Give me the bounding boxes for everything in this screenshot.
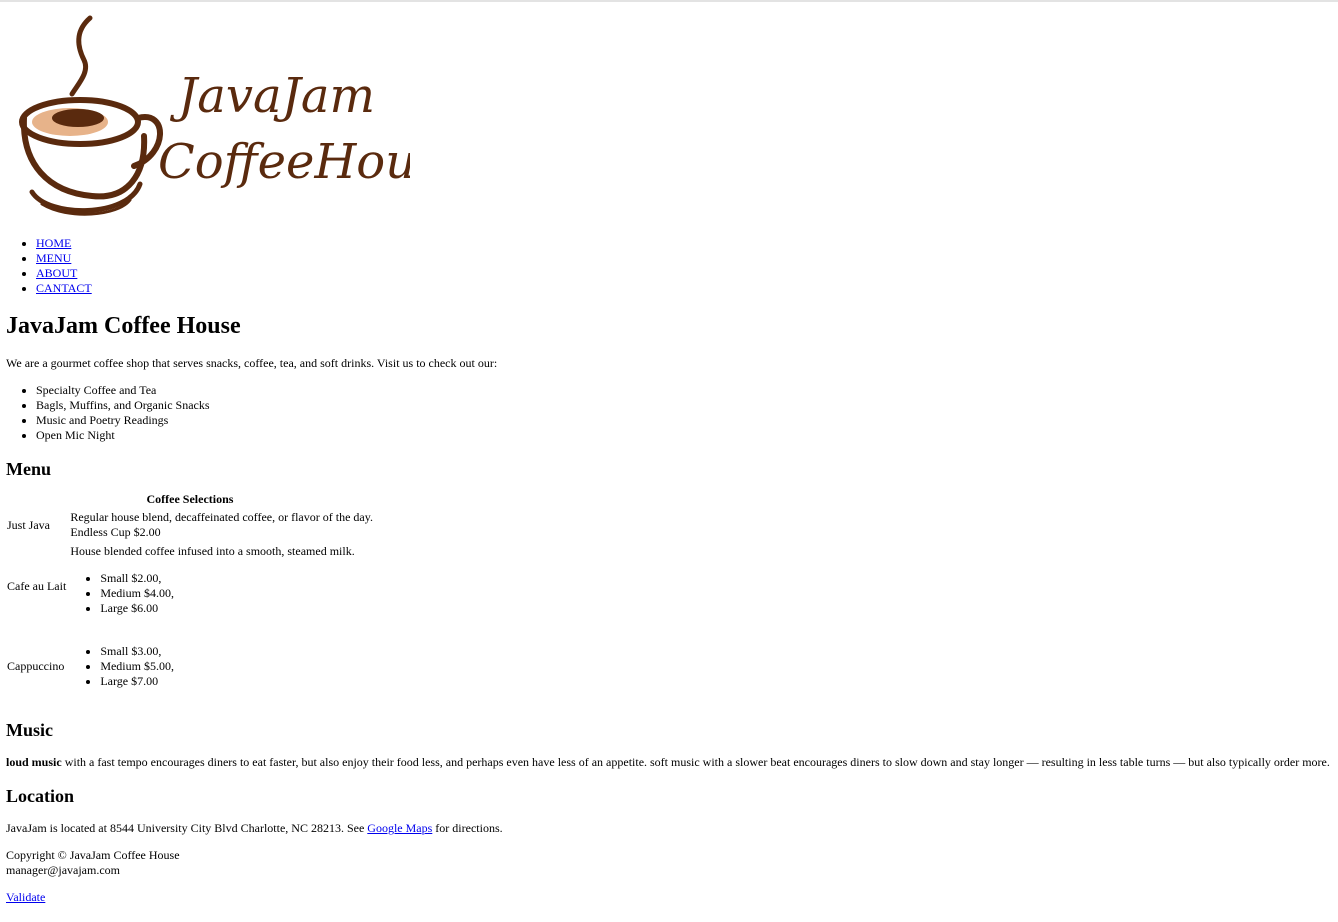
menu-heading: Menu (6, 459, 51, 479)
price-item: Medium $5.00, (100, 659, 373, 674)
page: JavaJam CoffeeHouse HOME MENU ABOUT CANT… (0, 14, 1338, 905)
music-bold-text: loud music (6, 755, 62, 769)
feature-item: Specialty Coffee and Tea (36, 383, 1332, 398)
location-text-after: for directions. (432, 821, 503, 835)
location-paragraph: JavaJam is located at 8544 University Ci… (6, 821, 1332, 836)
nav-item-contact: CANTACT (36, 281, 1332, 296)
music-paragraph: loud music with a fast tempo encourages … (6, 755, 1332, 770)
menu-item-name: Cappuccino (7, 659, 65, 673)
footer-email: manager@javajam.com (6, 863, 120, 877)
location-heading: Location (6, 786, 75, 806)
validate-link[interactable]: Validate (6, 890, 45, 904)
music-text: with a fast tempo encourages diners to e… (61, 755, 1330, 769)
logo-line1: JavaJam (169, 68, 375, 124)
nav-link-about[interactable]: ABOUT (36, 266, 77, 280)
menu-item-name: Cafe au Lait (7, 578, 67, 593)
menu-row-cafe-au-lait: Cafe au Lait House blended coffee infuse… (6, 543, 374, 629)
javajam-logo: JavaJam CoffeeHouse (19, 15, 410, 216)
logo-line2: CoffeeHouse (158, 134, 410, 190)
menu-item-description: House blended coffee infused into a smoo… (69, 543, 374, 629)
nav-item-home: HOME (36, 236, 1332, 251)
menu-row-cappuccino: Cappuccino Small $3.00, Medium $5.00, La… (6, 631, 374, 702)
price-item: Large $6.00 (100, 601, 373, 616)
nav-link-contact[interactable]: CANTACT (36, 281, 92, 295)
menu-item-description: Small $3.00, Medium $5.00, Large $7.00 (69, 631, 374, 702)
menu-item-price: Endless Cup $2.00 (70, 525, 161, 539)
music-heading: Music (6, 720, 53, 740)
features-list: Specialty Coffee and Tea Bagls, Muffins,… (6, 383, 1332, 443)
price-item: Medium $4.00, (100, 586, 373, 601)
intro-text: We are a gourmet coffee shop that serves… (6, 356, 498, 370)
footer-contact: Copyright © JavaJam Coffee House manager… (6, 848, 1332, 878)
nav-link-menu[interactable]: MENU (36, 251, 71, 265)
price-list: Small $2.00, Medium $4.00, Large $6.00 (70, 571, 373, 616)
menu-table: Coffee Selections Just Java Regular hous… (4, 490, 376, 704)
main-nav: HOME MENU ABOUT CANTACT (6, 236, 1332, 296)
price-list: Small $3.00, Medium $5.00, Large $7.00 (70, 644, 373, 689)
validate-paragraph: Validate (6, 890, 1332, 905)
page-title: JavaJam Coffee House (6, 313, 241, 339)
menu-item-name: Just Java (7, 517, 50, 532)
nav-item-menu: MENU (36, 251, 1332, 266)
footer: Copyright © JavaJam Coffee House manager… (6, 848, 1332, 905)
price-item: Large $7.00 (100, 674, 373, 689)
menu-table-caption: Coffee Selections (146, 492, 234, 506)
location-text: JavaJam is located at 8544 University Ci… (6, 821, 368, 835)
feature-item: Music and Poetry Readings (36, 413, 1332, 428)
nav-link-home[interactable]: HOME (36, 236, 71, 250)
google-maps-link[interactable]: Google Maps (367, 821, 432, 835)
menu-item-desc-line: Regular house blend, decaffeinated coffe… (70, 510, 373, 524)
menu-row-just-java: Just Java Regular house blend, decaffein… (6, 509, 374, 541)
price-item: Small $3.00, (100, 644, 373, 659)
copyright-text: Copyright © JavaJam Coffee House (6, 848, 180, 862)
menu-item-description: Regular house blend, decaffeinated coffe… (69, 509, 374, 541)
price-item: Small $2.00, (100, 571, 373, 586)
feature-item: Open Mic Night (36, 428, 1332, 443)
menu-item-desc-line: House blended coffee infused into a smoo… (70, 544, 355, 558)
nav-item-about: ABOUT (36, 266, 1332, 281)
feature-item: Bagls, Muffins, and Organic Snacks (36, 398, 1332, 413)
